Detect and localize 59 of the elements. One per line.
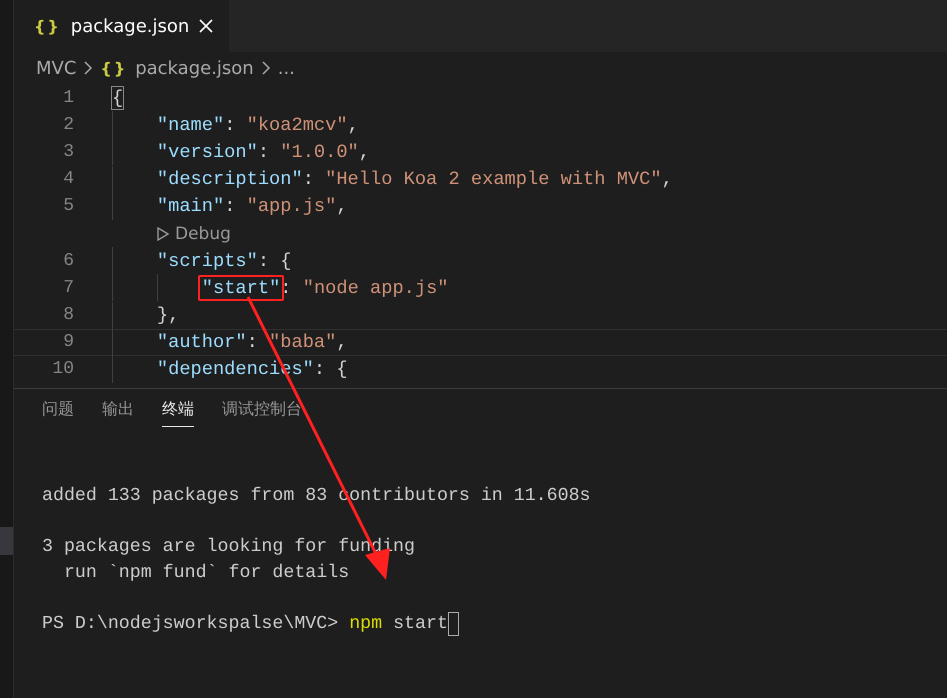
code-token: }, — [156, 304, 180, 326]
codelens-label: Debug — [175, 224, 231, 244]
code-token: : — [224, 195, 236, 218]
code-token: "Hello Koa 2 example with MVC" — [325, 168, 662, 190]
editor-tab[interactable]: {} package.json — [14, 0, 230, 52]
panel-tab[interactable]: 问题 — [42, 399, 74, 427]
json-file-icon: {} — [34, 16, 61, 36]
breadcrumb-item[interactable]: package.json — [135, 58, 254, 78]
line-number: 2 — [62, 114, 74, 135]
code-token: : — [224, 114, 236, 136]
json-file-icon: {} — [100, 58, 128, 78]
code-token: "1.0.0" — [280, 140, 359, 163]
debug-codelens[interactable]: Debug — [157, 224, 231, 244]
line-number: 6 — [62, 250, 74, 271]
breadcrumb-item[interactable]: MVC — [36, 58, 76, 78]
line-number: 5 — [62, 196, 74, 216]
code-token: "app.js" — [246, 195, 336, 218]
line-number: 8 — [62, 305, 74, 326]
code-token: , — [336, 195, 348, 218]
code-token: "scripts" — [156, 250, 258, 272]
breadcrumb-item[interactable]: ... — [278, 58, 295, 78]
chevron-icon — [84, 61, 92, 75]
line-number: 4 — [62, 169, 74, 190]
code-token: "author" — [156, 331, 247, 354]
close-icon[interactable] — [199, 19, 214, 33]
panel-tab[interactable]: 输出 — [102, 399, 134, 427]
code-token: "node app.js" — [302, 276, 449, 299]
code-token: , — [358, 140, 370, 163]
line-number: 10 — [51, 359, 74, 380]
panel-tab[interactable]: 终端 — [162, 399, 194, 427]
code-token: "main" — [156, 195, 224, 218]
selection-marker — [0, 527, 13, 555]
code-token: : — [302, 168, 315, 190]
chevron-icon — [262, 61, 270, 75]
terminal-line: run `npm fund` for details — [62, 562, 350, 585]
command-name: npm — [349, 614, 382, 634]
highlighted-code-token: "start" — [198, 274, 284, 301]
panel-tab[interactable]: 调试控制台 — [222, 399, 302, 427]
line-number: 3 — [62, 142, 74, 162]
line-number: 1 — [62, 88, 74, 108]
code-token: "name" — [156, 114, 224, 136]
code-token: { — [111, 86, 124, 110]
tab-label: package.json — [70, 16, 190, 36]
code-token: : { — [314, 358, 348, 380]
code-token: , — [348, 114, 359, 136]
code-token: : — [258, 140, 270, 163]
line-number: 7 — [62, 278, 74, 298]
code-token: "description" — [156, 168, 303, 190]
code-token: : — [246, 331, 259, 354]
code-token: "koa2mcv" — [246, 114, 348, 136]
command-args: start — [392, 614, 448, 634]
code-token: "baba" — [269, 331, 336, 354]
prompt-path: PS D:\nodejsworkspalse\MVC> — [42, 614, 340, 634]
code-token: , — [336, 331, 348, 354]
code-token: : { — [258, 250, 292, 272]
line-number: 9 — [62, 332, 74, 352]
code-token: , — [662, 168, 673, 190]
code-token: "version" — [156, 140, 258, 163]
play-icon — [157, 226, 169, 241]
